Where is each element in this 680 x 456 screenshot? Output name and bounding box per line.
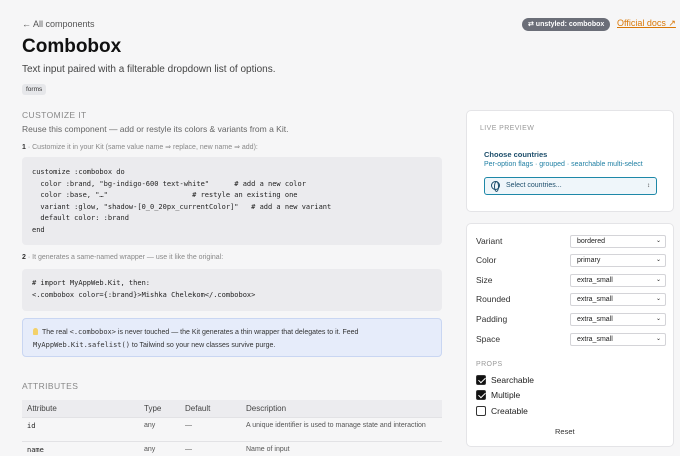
column-header: Attribute (22, 400, 139, 417)
select-value: primary (577, 257, 601, 264)
control-space: Space extra_small ⌄ (476, 333, 666, 346)
step-1-text: · Customize it in your Kit (same value n… (25, 144, 258, 151)
checkbox-checked[interactable] (476, 390, 486, 400)
category-tag: forms (22, 84, 47, 95)
globe-icon (491, 181, 500, 192)
combobox-placeholder: Select countries... (506, 182, 562, 189)
live-preview-panel: LIVE PREVIEW Choose countries Per-option… (466, 110, 674, 212)
checkbox-label: Creatable (491, 406, 528, 416)
kit-code-block[interactable]: customize :combobox do color :brand, "bg… (22, 157, 442, 245)
control-label: Color (476, 255, 497, 265)
checkbox-checked[interactable] (476, 375, 486, 385)
step-2-text: · It generates a same-named wrapper — us… (25, 254, 224, 261)
preview-description: Per-option flags · grouped · searchable … (484, 161, 643, 168)
reset-button[interactable]: Reset (555, 427, 575, 436)
attr-type: any (139, 416, 180, 441)
table-row: name any — Name of input (22, 440, 442, 456)
note-text-b: is never touched — the Kit generates a t… (115, 329, 359, 336)
page-subtitle: Text input paired with a filterable drop… (22, 64, 276, 75)
controls-panel: Variant bordered ⌄ Color primary ⌄ Size ex… (466, 223, 674, 447)
select-value: extra_small (577, 296, 613, 303)
checkbox-unchecked[interactable] (476, 406, 486, 416)
usage-code-block[interactable]: # import MyAppWeb.Kit, then: <.combobox … (22, 269, 442, 311)
column-header: Default (180, 400, 241, 417)
space-select[interactable]: extra_small ⌄ (570, 333, 666, 346)
select-value: extra_small (577, 336, 613, 343)
control-size: Size extra_small ⌄ (476, 274, 666, 287)
customize-description: Reuse this component — add or restyle it… (22, 124, 289, 134)
step-1-label: 1 · Customize it in your Kit (same value… (22, 143, 258, 151)
control-label: Rounded (476, 294, 511, 304)
props-heading: PROPS (476, 361, 503, 368)
unstyled-badge[interactable]: ⇄ unstyled: combobox (522, 18, 611, 31)
color-select[interactable]: primary ⌄ (570, 254, 666, 267)
attr-description: A unique identifier is used to manage st… (241, 416, 442, 441)
control-label: Variant (476, 236, 503, 246)
attr-default: — (180, 416, 241, 441)
live-preview-heading: LIVE PREVIEW (480, 125, 535, 132)
table-header-row: Attribute Type Default Description (22, 400, 442, 417)
lightbulb-icon (33, 328, 38, 335)
attributes-heading: ATTRIBUTES (22, 381, 79, 391)
checkbox-label: Searchable (491, 375, 535, 385)
control-padding: Padding extra_small ⌄ (476, 313, 666, 326)
note-text-a: The real (42, 329, 70, 336)
chevron-down-icon: ⌄ (655, 316, 661, 322)
control-variant: Variant bordered ⌄ (476, 235, 666, 248)
control-color: Color primary ⌄ (476, 254, 666, 267)
size-select[interactable]: extra_small ⌄ (570, 274, 666, 287)
attr-name: id (22, 416, 139, 441)
step-2-label: 2 · It generates a same-named wrapper — … (22, 254, 223, 261)
customize-heading: CUSTOMIZE IT (22, 110, 87, 120)
rounded-select[interactable]: extra_small ⌄ (570, 293, 666, 306)
chevron-down-icon: ⌄ (655, 238, 661, 244)
preview-title: Choose countries (484, 150, 548, 159)
control-label: Space (476, 334, 501, 344)
select-value: extra_small (577, 277, 613, 284)
official-docs-link[interactable]: Official docs ↗ (617, 18, 676, 29)
control-label: Size (476, 275, 493, 285)
padding-select[interactable]: extra_small ⌄ (570, 313, 666, 326)
page-title: Combobox (22, 36, 122, 57)
chevron-down-icon: ⌄ (655, 277, 661, 283)
checkbox-label: Multiple (491, 390, 521, 400)
column-header: Description (241, 400, 442, 417)
control-rounded: Rounded extra_small ⌄ (476, 293, 666, 306)
attr-description: Name of input (241, 440, 442, 456)
attr-default: — (180, 440, 241, 456)
chevron-down-icon: ⌄ (655, 257, 661, 263)
attr-type: any (139, 440, 180, 456)
country-combobox[interactable]: Select countries... ↕ (484, 177, 657, 195)
info-note: The real <.combobox> is never touched — … (22, 318, 442, 357)
note-text-c: to Tailwind so your new classes survive … (129, 342, 276, 349)
chevron-down-icon: ⌄ (655, 296, 661, 302)
select-value: bordered (577, 238, 606, 245)
note-code-a: <.combobox> (69, 328, 116, 336)
chevron-down-icon: ⌄ (655, 336, 661, 342)
select-value: extra_small (577, 316, 613, 323)
note-code-b: MyAppWeb.Kit.safelist() (33, 341, 130, 349)
variant-select[interactable]: bordered ⌄ (570, 235, 666, 248)
column-header: Type (139, 400, 180, 417)
control-label: Padding (476, 314, 508, 324)
attributes-table: Attribute Type Default Description id an… (22, 400, 442, 456)
table-row: id any — A unique identifier is used to … (22, 416, 442, 441)
attr-name: name (22, 440, 139, 456)
chevron-updown-icon: ↕ (647, 183, 650, 189)
back-link[interactable]: ← All components (22, 19, 95, 29)
